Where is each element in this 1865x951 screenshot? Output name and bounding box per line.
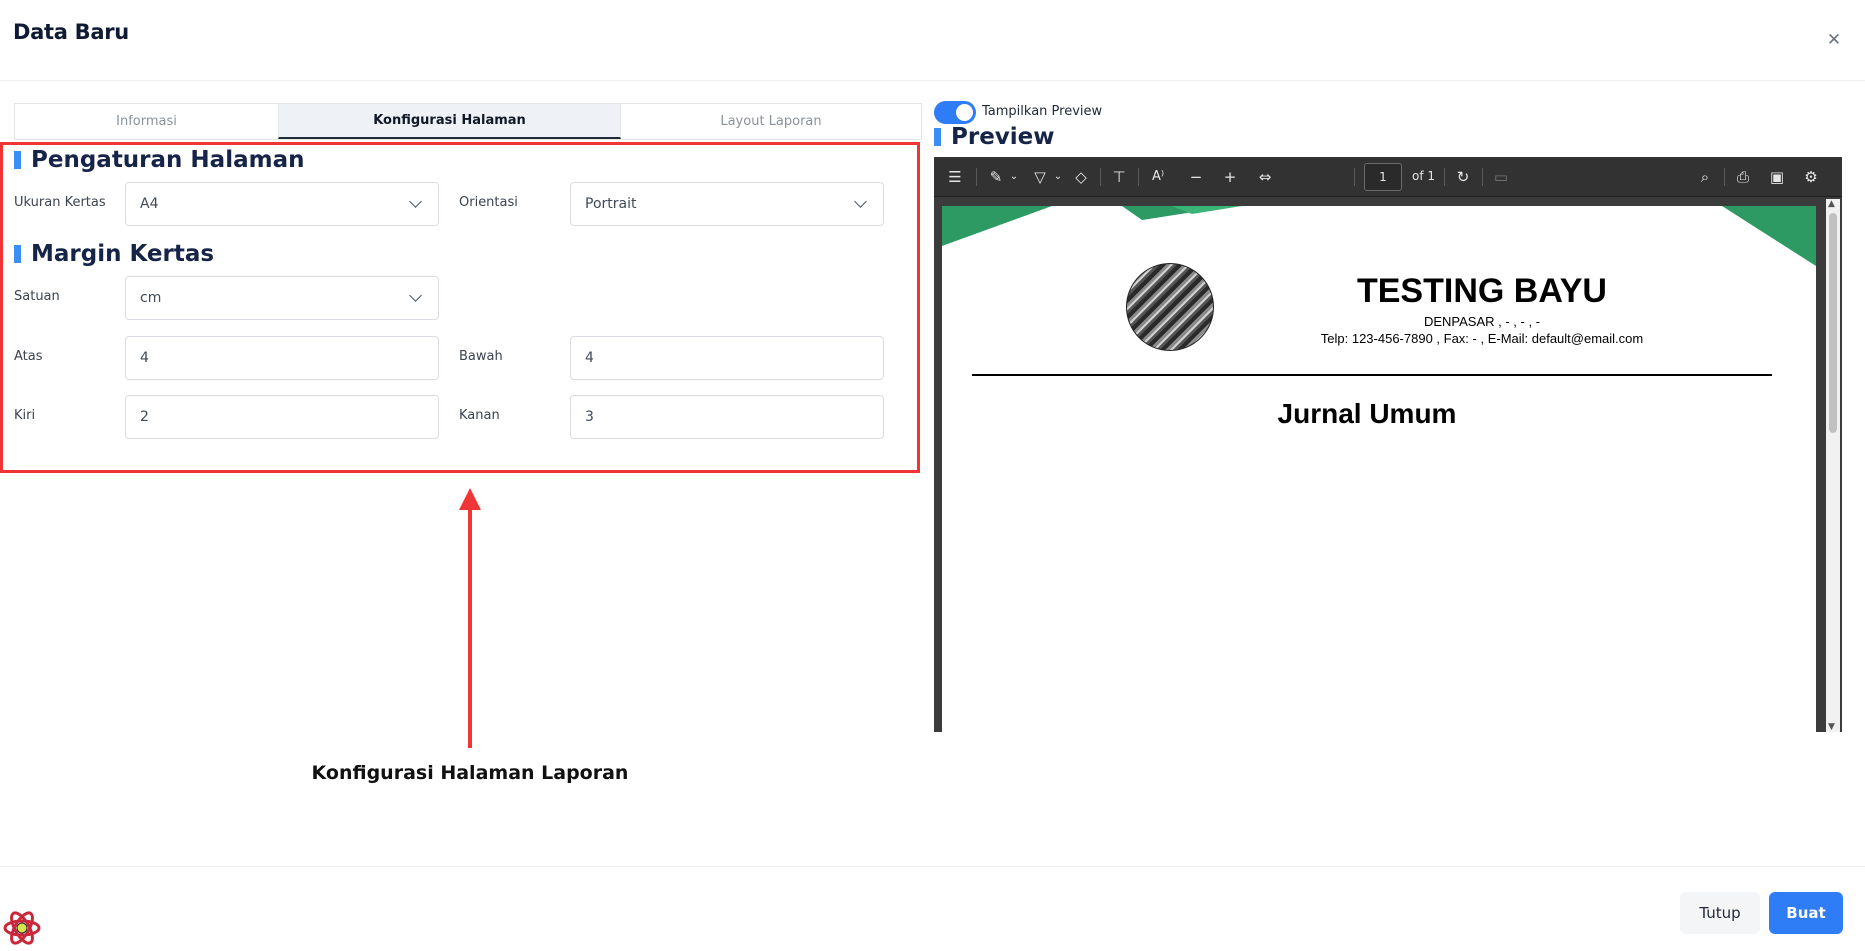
fit-width-icon[interactable]: ⇔ xyxy=(1254,165,1276,189)
toggle-knob xyxy=(956,104,973,121)
margin-heading-text: Margin Kertas xyxy=(31,241,215,267)
unit-value: cm xyxy=(140,290,162,306)
close-icon[interactable]: ✕ xyxy=(1822,28,1846,52)
scroll-up-icon[interactable]: ▲ xyxy=(1828,199,1835,209)
settings-gear-icon[interactable]: ⚙ xyxy=(1800,165,1822,189)
margin-bottom-input[interactable]: 4 xyxy=(570,336,884,380)
preview-toggle[interactable] xyxy=(934,101,976,124)
chevron-down-icon xyxy=(409,195,422,208)
margin-right-input[interactable]: 3 xyxy=(570,395,884,439)
doc-divider xyxy=(972,374,1772,376)
toolbar-divider xyxy=(976,168,977,186)
margin-bottom-label: Bawah xyxy=(459,349,503,364)
zoom-out-icon[interactable]: − xyxy=(1186,165,1206,189)
margin-left-label: Kiri xyxy=(14,408,36,423)
section-bar xyxy=(934,128,941,146)
preview-heading-text: Preview xyxy=(951,124,1055,150)
doc-company-name: TESTING BAYU xyxy=(1356,272,1607,310)
tab-informasi[interactable]: Informasi xyxy=(15,104,278,139)
outline-list-icon[interactable]: ☰ xyxy=(944,165,966,189)
margin-left-value: 2 xyxy=(140,409,149,425)
pdf-page: TESTING BAYU DENPASAR , - , - , - Telp: … xyxy=(942,206,1816,732)
toolbar-divider xyxy=(1444,168,1445,186)
chevron-down-icon xyxy=(854,195,867,208)
print-icon[interactable]: ⎙ xyxy=(1732,165,1754,189)
margin-heading: Margin Kertas xyxy=(14,241,214,267)
doc-report-title: Jurnal Umum xyxy=(1277,398,1457,429)
highlight-icon[interactable]: ✎ xyxy=(986,165,1006,189)
tab-konfigurasi-halaman[interactable]: Konfigurasi Halaman xyxy=(278,104,621,139)
margin-top-value: 4 xyxy=(140,350,149,366)
page-number-input[interactable]: 1 xyxy=(1364,163,1402,191)
page-decoration xyxy=(942,206,1816,266)
toolbar-divider xyxy=(1354,168,1355,186)
doc-contact: Telp: 123-456-7890 , Fax: - , E-Mail: de… xyxy=(1320,331,1644,346)
eraser-icon[interactable]: ◇ xyxy=(1070,165,1092,189)
section-bar xyxy=(14,245,21,263)
read-aloud-icon[interactable]: A⁾ xyxy=(1146,165,1170,189)
annotation-caption: Konfigurasi Halaman Laporan xyxy=(311,762,629,784)
draw-icon[interactable]: ▽ xyxy=(1030,165,1050,189)
paper-size-select[interactable]: A4 xyxy=(125,182,439,226)
toolbar-divider xyxy=(1724,168,1725,186)
page-settings-heading: Pengaturan Halaman xyxy=(14,147,304,173)
margin-bottom-value: 4 xyxy=(585,350,594,366)
scroll-down-icon[interactable]: ▼ xyxy=(1828,722,1835,732)
section-bar xyxy=(14,151,21,169)
save-icon[interactable]: ▣ xyxy=(1766,165,1788,189)
scroll-thumb[interactable] xyxy=(1829,213,1837,433)
page-count-label: of 1 xyxy=(1412,169,1436,183)
unit-select[interactable]: cm xyxy=(125,276,439,320)
margin-right-value: 3 xyxy=(585,409,594,425)
footer-divider xyxy=(0,866,1865,867)
text-box-icon[interactable]: ⊤ xyxy=(1108,165,1130,189)
margin-right-label: Kanan xyxy=(459,408,500,423)
toolbar-divider xyxy=(1482,168,1483,186)
pdf-viewer: ☰ ✎ ⌄ ▽ ⌄ ◇ ⊤ A⁾ − + ⇔ 1 of 1 ↻ ▭ ⌕ ⎙ ▣ … xyxy=(934,157,1842,732)
tab-layout-laporan[interactable]: Layout Laporan xyxy=(621,104,921,139)
page-view-icon[interactable]: ▭ xyxy=(1490,165,1512,189)
margin-top-label: Atas xyxy=(14,349,43,364)
margin-top-input[interactable]: 4 xyxy=(125,336,439,380)
tab-bar: Informasi Konfigurasi Halaman Layout Lap… xyxy=(14,103,922,140)
zoom-in-icon[interactable]: + xyxy=(1220,165,1240,189)
react-devtools-icon[interactable] xyxy=(2,908,42,948)
preview-toggle-label: Tampilkan Preview xyxy=(982,104,1103,119)
orientation-value: Portrait xyxy=(585,196,637,212)
paper-size-value: A4 xyxy=(140,196,159,212)
page-settings-heading-text: Pengaturan Halaman xyxy=(31,147,305,173)
chevron-down-icon[interactable]: ⌄ xyxy=(1008,165,1020,189)
preview-heading: Preview xyxy=(934,124,1055,150)
pdf-toolbar: ☰ ✎ ⌄ ▽ ⌄ ◇ ⊤ A⁾ − + ⇔ 1 of 1 ↻ ▭ ⌕ ⎙ ▣ … xyxy=(934,157,1842,197)
search-icon[interactable]: ⌕ xyxy=(1694,165,1716,189)
chevron-down-icon xyxy=(409,289,422,302)
rotate-icon[interactable]: ↻ xyxy=(1452,165,1474,189)
chevron-down-icon[interactable]: ⌄ xyxy=(1052,165,1064,189)
header-divider xyxy=(0,80,1865,81)
pdf-scrollbar[interactable]: ▲ ▼ xyxy=(1826,199,1840,732)
toolbar-divider xyxy=(1100,168,1101,186)
arrow-line xyxy=(468,505,472,748)
orientation-select[interactable]: Portrait xyxy=(570,182,884,226)
margin-left-input[interactable]: 2 xyxy=(125,395,439,439)
paper-size-label: Ukuran Kertas xyxy=(14,195,106,210)
toolbar-divider xyxy=(1138,168,1139,186)
modal-title: Data Baru xyxy=(13,20,129,44)
orientation-label: Orientasi xyxy=(459,195,518,210)
close-button[interactable]: Tutup xyxy=(1680,892,1760,934)
unit-label: Satuan xyxy=(14,289,60,304)
doc-address: DENPASAR , - , - , - xyxy=(1423,314,1541,329)
create-button[interactable]: Buat xyxy=(1769,892,1843,934)
